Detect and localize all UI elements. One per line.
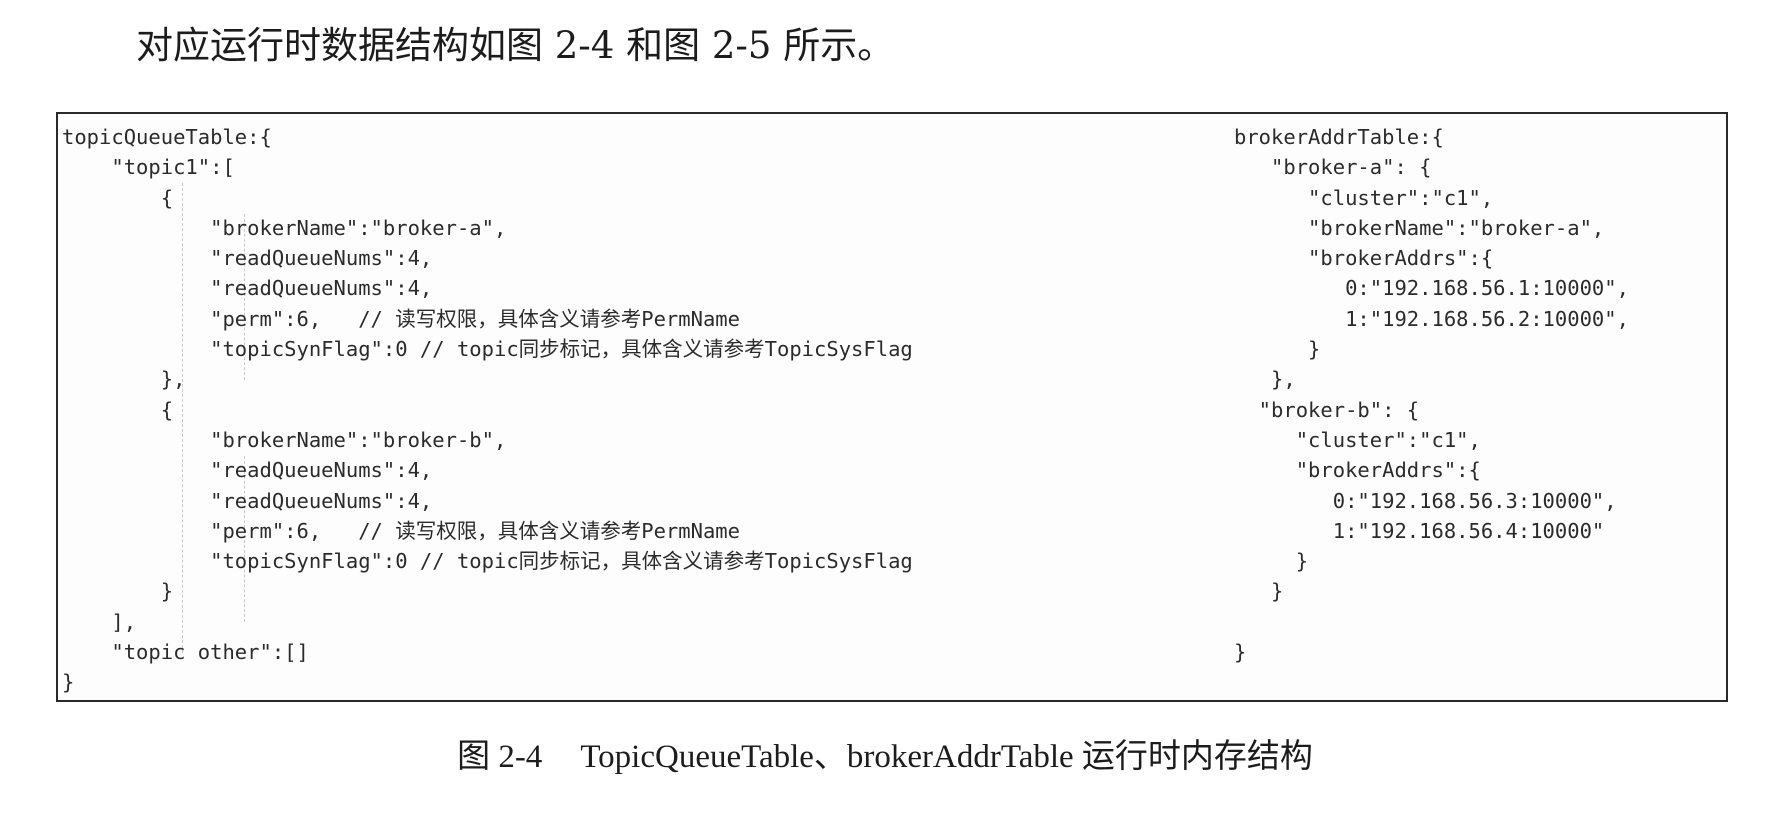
code-line: "topic other":[]: [62, 640, 309, 665]
code-line: "topicSynFlag":0 // topic同步标记，具体含义请参考Top…: [62, 337, 913, 362]
code-line: }: [62, 670, 75, 695]
code-line: "readQueueNums":4,: [62, 246, 433, 271]
code-line: ],: [62, 609, 137, 634]
code-line: "perm":6, // 读写权限，具体含义请参考PermName: [62, 518, 740, 543]
code-line: 0:"192.168.56.3:10000",: [1234, 488, 1617, 513]
code-line: }: [1234, 337, 1321, 362]
code-line: "brokerAddrs":{: [1234, 458, 1481, 483]
topic-queue-table-code: topicQueueTable:{ "topic1":[ { "brokerNa…: [62, 122, 913, 698]
code-line: }: [62, 579, 174, 604]
code-line: "perm":6, // 读写权限，具体含义请参考PermName: [62, 306, 740, 331]
code-line: "readQueueNums":4,: [62, 276, 433, 301]
code-listing-box: topicQueueTable:{ "topic1":[ { "brokerNa…: [56, 112, 1728, 702]
code-line: "readQueueNums":4,: [62, 488, 433, 513]
broker-addr-table-code: brokerAddrTable:{ "broker-a": { "cluster…: [1234, 122, 1629, 667]
code-line: "topicSynFlag":0 // topic同步标记，具体含义请参考Top…: [62, 549, 913, 574]
code-line: "broker-b": {: [1234, 397, 1420, 422]
code-line: 1:"192.168.56.2:10000",: [1234, 306, 1629, 331]
code-line: }: [1234, 640, 1247, 665]
code-line: "brokerAddrs":{: [1234, 246, 1494, 271]
code-line: "brokerName":"broker-a",: [1234, 215, 1605, 240]
code-line: topicQueueTable:{: [62, 125, 272, 149]
code-line: "brokerName":"broker-b",: [62, 427, 507, 452]
figure-title: TopicQueueTable、brokerAddrTable 运行时内存结构: [580, 739, 1313, 775]
code-line: "topic1":[: [62, 155, 235, 180]
code-line: {: [62, 185, 174, 210]
code-line: brokerAddrTable:{: [1234, 125, 1444, 149]
code-line: },: [1234, 367, 1296, 392]
code-line: },: [62, 367, 186, 392]
code-line: {: [62, 397, 174, 422]
figure-number: 图 2-4: [457, 739, 543, 775]
figure-caption: 图 2-4 TopicQueueTable、brokerAddrTable 运行时…: [0, 735, 1770, 779]
code-line: "cluster":"c1",: [1234, 427, 1481, 452]
code-line: 0:"192.168.56.1:10000",: [1234, 276, 1629, 301]
code-line: }: [1234, 549, 1309, 574]
code-line: "brokerName":"broker-a",: [62, 215, 507, 240]
code-line: "cluster":"c1",: [1234, 185, 1494, 210]
code-line: "broker-a": {: [1234, 155, 1432, 180]
intro-paragraph: 对应运行时数据结构如图 2-4 和图 2-5 所示。: [136, 24, 895, 67]
code-line: }: [1234, 579, 1284, 604]
code-line: "readQueueNums":4,: [62, 458, 433, 483]
code-line: 1:"192.168.56.4:10000": [1234, 518, 1605, 543]
